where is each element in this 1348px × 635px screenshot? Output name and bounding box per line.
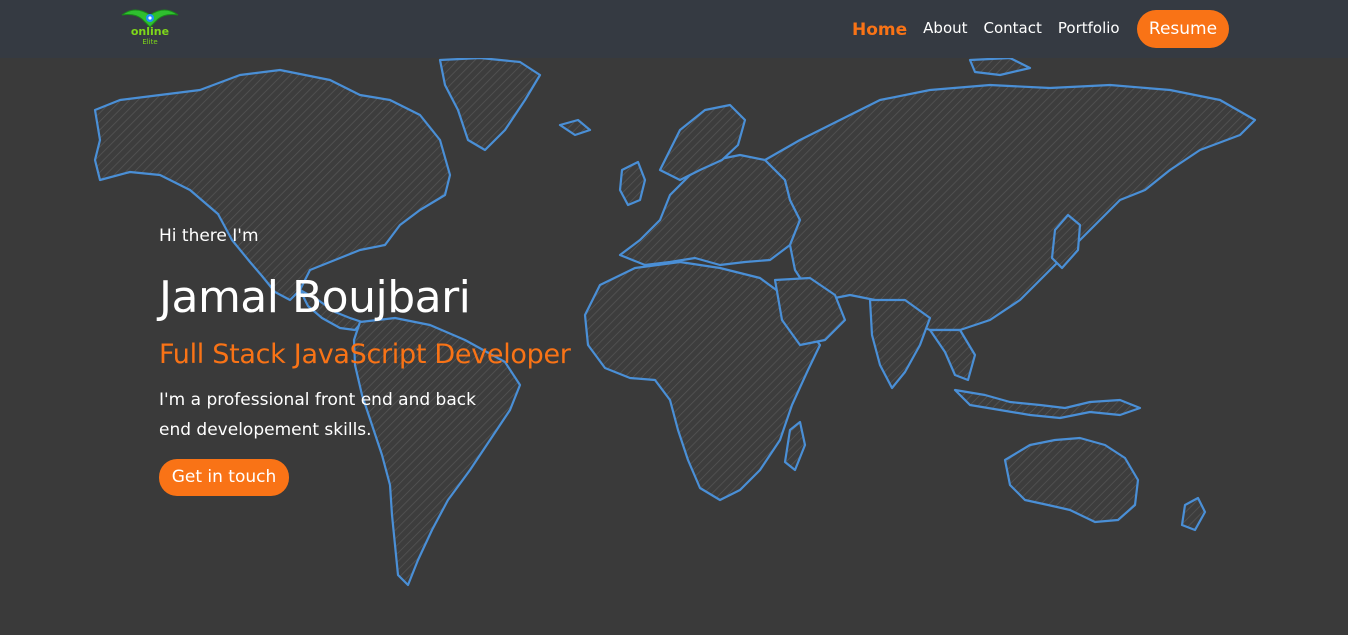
nav-about[interactable]: About (923, 19, 967, 37)
hero-description: I'm a professional front end and back en… (159, 390, 476, 440)
hero-role: Full Stack JavaScript Developer (159, 339, 571, 370)
hero-greeting: Hi there I'm (159, 226, 259, 246)
nav-portfolio[interactable]: Portfolio (1058, 19, 1120, 37)
logo-text: online (130, 25, 170, 38)
nav-home[interactable]: Home (852, 20, 907, 40)
resume-button[interactable]: Resume (1137, 10, 1229, 48)
page: online Elite Home About Contact Portfoli… (0, 0, 1348, 635)
hero-name: Jamal Boujbari (159, 272, 471, 323)
nav-contact[interactable]: Contact (984, 19, 1042, 37)
navbar: online Elite Home About Contact Portfoli… (0, 0, 1348, 58)
nav-links: Home About Contact Portfolio (852, 0, 1136, 58)
get-in-touch-button[interactable]: Get in touch (159, 459, 289, 496)
eagle-logo-icon[interactable]: online Elite (120, 5, 180, 53)
logo-subtext: Elite (142, 38, 158, 46)
